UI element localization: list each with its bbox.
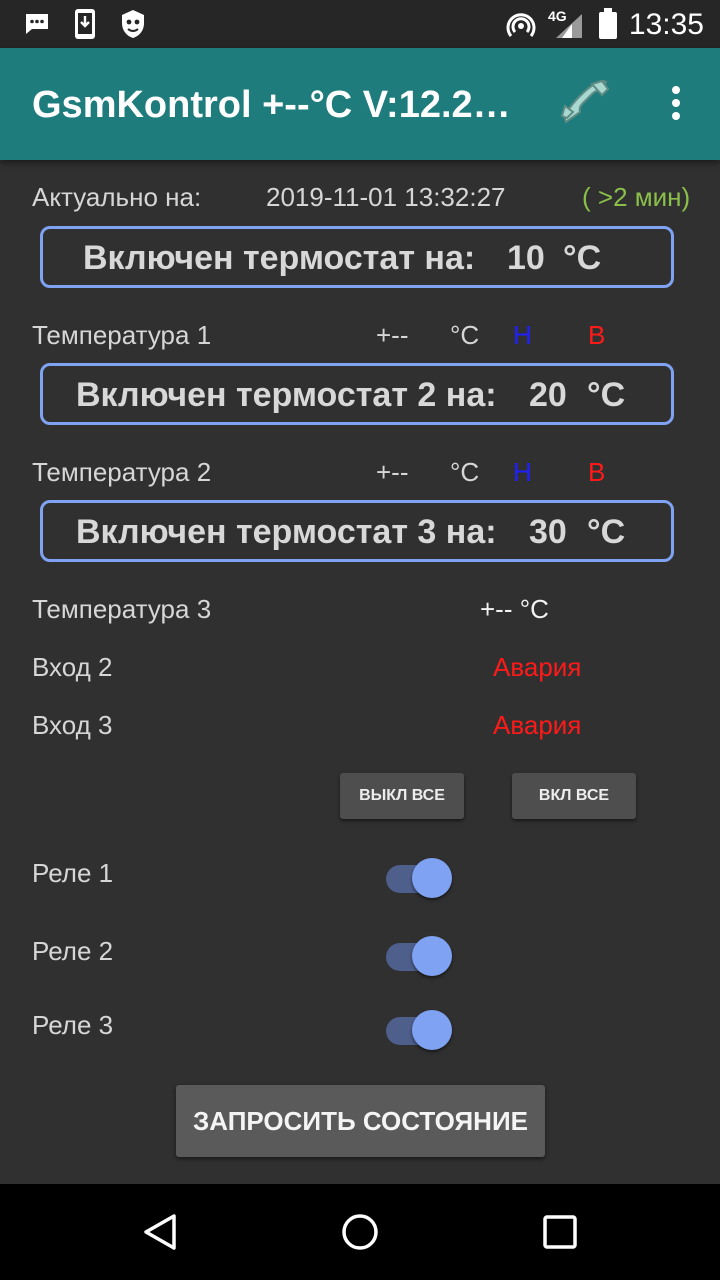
security-app-icon — [118, 8, 148, 45]
app-title: GsmKontrol +--°C V:12.2… — [32, 84, 511, 126]
temperature-2-unit: °C — [450, 457, 480, 487]
input-3-label: Вход 3 — [32, 710, 113, 740]
thermostat-3-value: 30 — [529, 513, 567, 551]
temperature-1-low-marker: Н — [513, 320, 532, 350]
overflow-menu-icon[interactable] — [664, 86, 688, 126]
temperature-1-value: +-- — [376, 320, 409, 350]
relay-1-label: Реле 1 — [32, 858, 114, 888]
data-age: ( >2 мин) — [582, 182, 691, 212]
temperature-2-value: +-- — [376, 457, 409, 487]
temperature-3-label: Температура 3 — [32, 594, 212, 624]
all-off-button[interactable]: ВЫКЛ ВСЕ — [340, 773, 464, 819]
thermostat-2-label: Включен термостат 2 на: — [76, 376, 497, 414]
signal-icon — [552, 12, 584, 45]
input-3-state: Авария — [493, 710, 582, 740]
relay-3-switch[interactable] — [386, 1008, 456, 1052]
status-bar: 4G 13:35 — [0, 0, 720, 48]
temperature-2-high-marker: В — [588, 457, 606, 487]
message-notification-icon — [24, 12, 50, 41]
thermostat-2-box: Включен термостат 2 на: 20 °C — [40, 363, 674, 425]
home-icon[interactable] — [340, 1212, 380, 1257]
actual-label: Актуально на: — [32, 182, 202, 212]
thermostat-1-value: 10 — [507, 239, 545, 277]
recents-icon[interactable] — [542, 1214, 578, 1255]
all-on-button[interactable]: ВКЛ ВСЕ — [512, 773, 636, 819]
actual-datetime: 2019-11-01 13:32:27 — [266, 182, 506, 212]
hotspot-icon — [506, 10, 536, 45]
input-2-state: Авария — [493, 652, 582, 682]
relay-2-switch[interactable] — [386, 934, 456, 978]
app-bar: GsmKontrol +--°C V:12.2… — [0, 48, 720, 160]
relay-1-switch[interactable] — [386, 856, 456, 900]
thermostat-2-unit: °C — [587, 376, 626, 414]
phone-call-icon[interactable] — [556, 78, 612, 139]
request-status-button[interactable]: ЗАПРОСИТЬ СОСТОЯНИЕ — [176, 1085, 545, 1157]
temperature-1-high-marker: В — [588, 320, 606, 350]
clock: 13:35 — [628, 8, 704, 41]
temperature-1-label: Температура 1 — [32, 320, 212, 350]
temperature-1-unit: °C — [450, 320, 480, 350]
thermostat-1-unit: °C — [563, 239, 602, 277]
thermostat-3-label: Включен термостат 3 на: — [76, 513, 497, 551]
input-2-label: Вход 2 — [32, 652, 113, 682]
thermostat-3-unit: °C — [587, 513, 626, 551]
temperature-2-label: Температура 2 — [32, 457, 212, 487]
download-notification-icon — [74, 8, 96, 45]
battery-icon — [598, 8, 618, 45]
temperature-2-low-marker: Н — [513, 457, 532, 487]
thermostat-2-value: 20 — [529, 376, 567, 414]
relay-3-label: Реле 3 — [32, 1010, 114, 1040]
thermostat-3-box: Включен термостат 3 на: 30 °C — [40, 500, 674, 562]
thermostat-1-box: Включен термостат на: 10 °C — [40, 226, 674, 288]
thermostat-1-label: Включен термостат на: — [83, 239, 476, 277]
relay-2-label: Реле 2 — [32, 936, 114, 966]
temperature-3-value: +-- °C — [480, 594, 549, 624]
back-icon[interactable] — [140, 1212, 180, 1257]
navigation-bar — [0, 1184, 720, 1280]
